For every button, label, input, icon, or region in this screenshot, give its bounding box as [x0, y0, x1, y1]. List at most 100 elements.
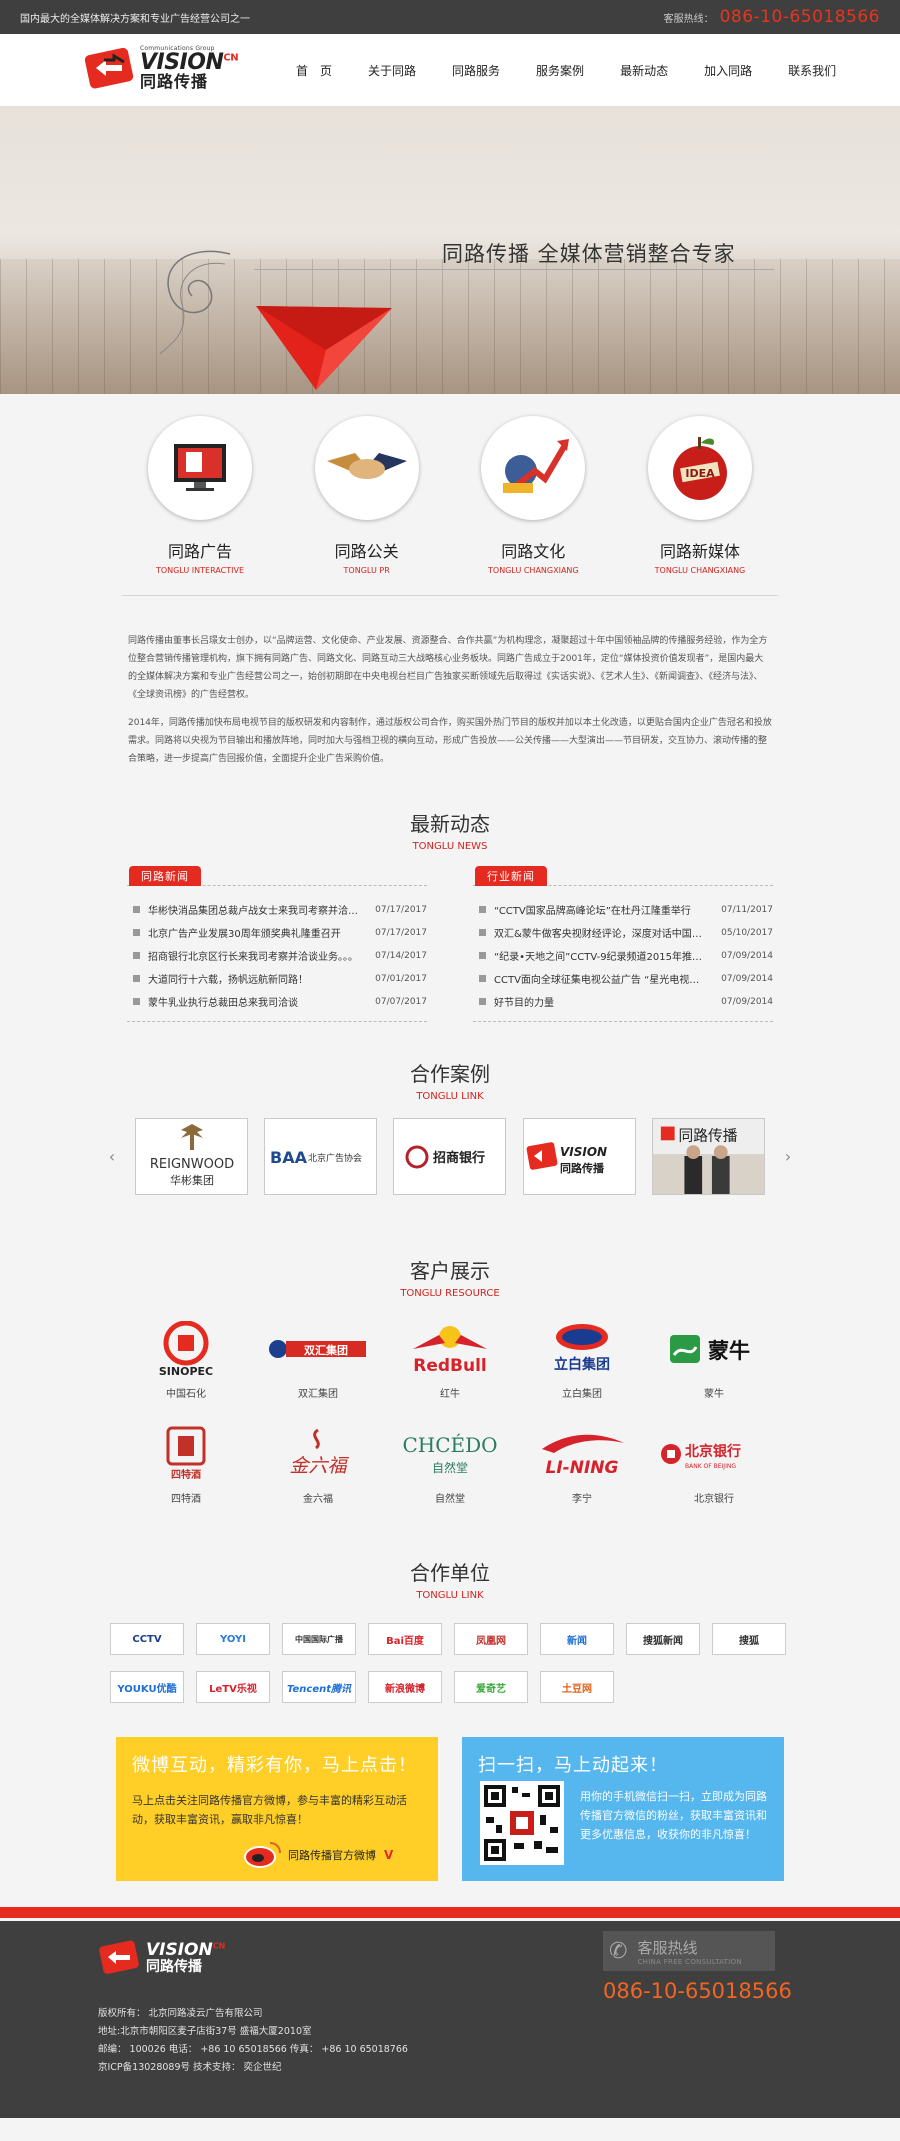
hotline-number[interactable]: 086-10-65018566	[720, 7, 880, 27]
section-title: 客户展示	[410, 1259, 490, 1283]
footer-hotline-number[interactable]: 086-10-65018566	[603, 1979, 792, 2003]
idea-apple-icon: IDEA	[647, 416, 752, 520]
partner-cctv[interactable]: CCTV	[110, 1623, 184, 1655]
nav-about[interactable]: 关于同路	[368, 62, 416, 79]
footer-red-line	[0, 1907, 900, 1918]
partner-ifeng[interactable]: 凤凰网	[454, 1623, 528, 1655]
service-sub: TONGLU CHANGXIANG	[488, 566, 579, 575]
lining-logo-icon: LI-NING	[516, 1424, 648, 1484]
news-item[interactable]: “纪录•天地之间”CCTV-9纪录频道2015年推介会 07/09/2014	[473, 944, 773, 967]
footer-copyright: 版权所有： 北京同路凌云广告有限公司	[98, 2008, 263, 2019]
case-tonglu[interactable]: VISION 同路传播	[522, 1118, 636, 1195]
section-title: 合作单位	[410, 1561, 490, 1585]
weibo-link[interactable]: 同路传播官方微博 V	[242, 1841, 393, 1869]
bullet-icon	[479, 998, 486, 1005]
footer-logo[interactable]: VISIONCN 同路传播	[98, 1939, 225, 1977]
cases-heading: 合作案例 TONGLU LINK	[0, 1058, 900, 1102]
case-photo[interactable]: 同路传播	[651, 1118, 765, 1195]
growth-arrow-icon	[481, 416, 586, 520]
partner-youku[interactable]: YOUKU优酷	[110, 1671, 184, 1703]
top-hotline: 客服热线： 086-10-65018566	[664, 7, 880, 27]
client-chcedo[interactable]: CHCÉDO 自然堂 自然堂	[384, 1424, 516, 1505]
site-header: Communications Group VISIONCN 同路传播 首 页 关…	[0, 34, 900, 106]
site-logo-icon: 四特酒	[120, 1424, 252, 1484]
partner-iqiyi[interactable]: 爱奇艺	[454, 1671, 528, 1703]
svg-text:自然堂: 自然堂	[432, 1460, 468, 1475]
client-lining[interactable]: LI-NING 李宁	[516, 1424, 648, 1505]
news-item[interactable]: 北京广告产业发展30周年颁奖典礼隆重召开 07/17/2017	[127, 921, 427, 944]
section-subtitle: TONGLU RESOURCE	[400, 1288, 500, 1299]
client-mengniu[interactable]: 蒙牛 蒙牛	[648, 1319, 780, 1400]
tab-company-news[interactable]: 同路新闻	[129, 866, 201, 886]
wechat-promo[interactable]: 扫一扫，马上动起来！ 用你的手机微信扫一扫，立即成为同路传播官方微信的粉丝，获取…	[462, 1737, 784, 1881]
hero-banner[interactable]: 同路传播 全媒体营销整合专家	[0, 106, 900, 394]
hotline-label: 客服热线：	[663, 14, 714, 25]
hotline-title: 客服热线	[637, 1938, 698, 1957]
nav-cases[interactable]: 服务案例	[536, 62, 584, 79]
service-sub: TONGLU INTERACTIVE	[155, 566, 245, 575]
svg-text:IDEA: IDEA	[685, 467, 715, 480]
news-item[interactable]: 招商银行北京区行长来我司考察并洽谈业务。。。 07/14/2017	[127, 944, 427, 967]
nav-join[interactable]: 加入同路	[704, 62, 752, 79]
client-site[interactable]: 四特酒 四特酒	[120, 1424, 252, 1505]
service-ad[interactable]: 同路广告 TONGLU INTERACTIVE	[130, 416, 270, 575]
service-pr[interactable]: 同路公关 TONGLU PR	[297, 416, 437, 575]
bullet-icon	[479, 906, 486, 913]
client-jinliufu[interactable]: 金六福 金六福	[252, 1424, 384, 1505]
partner-tencent[interactable]: Tencent腾讯	[282, 1671, 356, 1703]
case-reignwood[interactable]: REIGNWOOD 华彬集团	[135, 1118, 249, 1195]
news-item[interactable]: 华彬快消品集团总裁卢战女士来我司考察并洽谈合作 07/17/2017	[127, 898, 427, 921]
client-sinopec[interactable]: SINOPEC 中国石化	[120, 1319, 252, 1400]
weibo-promo[interactable]: 微博互动，精彩有你，马上点击！ 马上点击关注同路传播官方微博，参与丰富的精彩互动…	[116, 1737, 438, 1881]
partner-letv[interactable]: LeTV乐视	[196, 1671, 270, 1703]
news-heading: 最新动态 TONGLU NEWS	[0, 808, 900, 852]
site-logo[interactable]: Communications Group VISIONCN 同路传播	[84, 46, 239, 90]
client-shuanghui[interactable]: 双汇集团 双汇集团	[252, 1319, 384, 1400]
client-libai[interactable]: 立白集团 立白集团	[516, 1319, 648, 1400]
partner-weibo[interactable]: 新浪微博	[368, 1671, 442, 1703]
wood-floor-image	[0, 259, 900, 394]
partner-tudou[interactable]: 土豆网	[540, 1671, 614, 1703]
news-item[interactable]: CCTV面向全球征集电视公益广告 “星光电视公益广告” 07/09/2014	[473, 967, 773, 990]
clients-heading: 客户展示 TONGLU RESOURCE	[0, 1255, 900, 1299]
redbull-logo-icon: RedBull	[384, 1319, 516, 1379]
main-nav: 首 页 关于同路 同路服务 服务案例 最新动态 加入同路 联系我们	[296, 34, 872, 106]
news-item[interactable]: 好节目的力量 07/09/2014	[473, 990, 773, 1013]
svg-text:RedBull: RedBull	[413, 1356, 487, 1376]
nav-services[interactable]: 同路服务	[452, 62, 500, 79]
nav-news[interactable]: 最新动态	[620, 62, 668, 79]
partner-baidu[interactable]: Bai百度	[368, 1623, 442, 1655]
news-item[interactable]: “CCTV国家品牌高峰论坛”在杜丹江隆重举行 07/11/2017	[473, 898, 773, 921]
svg-text:招商银行: 招商银行	[433, 1150, 485, 1166]
tab-industry-news[interactable]: 行业新闻	[475, 866, 547, 886]
partner-cri[interactable]: 中国国际广播	[282, 1623, 356, 1655]
service-newmedia[interactable]: IDEA 同路新媒体 TONGLU CHANGXIANG	[630, 416, 770, 575]
nav-home[interactable]: 首 页	[296, 62, 332, 79]
service-sub: TONGLU CHANGXIANG	[654, 566, 746, 575]
section-title: 合作案例	[410, 1062, 490, 1086]
chcedo-logo-icon: CHCÉDO 自然堂	[384, 1424, 516, 1484]
partner-sohu-news[interactable]: 搜狐新闻	[626, 1623, 700, 1655]
client-bob[interactable]: 北京银行 BANK OF BEIJING 北京银行	[648, 1424, 780, 1505]
case-cmb[interactable]: 招商银行	[393, 1118, 507, 1195]
swirl-decoration-icon	[159, 250, 231, 355]
bob-logo-icon: 北京银行 BANK OF BEIJING	[648, 1424, 780, 1484]
chevron-left-icon[interactable]: ‹	[105, 1147, 119, 1166]
client-redbull[interactable]: RedBull 红牛	[384, 1319, 516, 1400]
about-text: 同路传播由董事长吕璟女士创办，以“品牌运营、文化使命、产业发展、资源整合、合作共…	[128, 632, 772, 768]
partner-sohu[interactable]: 搜狐	[712, 1623, 786, 1655]
news-item[interactable]: 大道同行十六载，扬帆远航新同路！ 07/01/2017	[127, 967, 427, 990]
mengniu-logo-icon: 蒙牛	[648, 1319, 780, 1379]
case-baa[interactable]: BAA 北京广告协会	[264, 1118, 378, 1195]
top-bar: 国内最大的全媒体解决方案和专业广告经营公司之一 客服热线： 086-10-6501…	[0, 0, 900, 34]
svg-text:同路传播: 同路传播	[678, 1127, 737, 1144]
news-item[interactable]: 双汇&蒙牛做客央视财经评论，深度对话中国品牌 05/10/2017	[473, 921, 773, 944]
partner-yoyi[interactable]: YOYI	[196, 1623, 270, 1655]
section-title: 最新动态	[410, 812, 490, 836]
nav-contact[interactable]: 联系我们	[788, 62, 836, 79]
chevron-right-icon[interactable]: ›	[781, 1147, 795, 1166]
partner-news[interactable]: 新闻	[540, 1623, 614, 1655]
service-culture[interactable]: 同路文化 TONGLU CHANGXIANG	[463, 416, 603, 575]
news-item[interactable]: 蒙牛乳业执行总裁田总来我司洽谈 07/07/2017	[127, 990, 427, 1013]
section-subtitle: TONGLU LINK	[416, 1590, 484, 1601]
